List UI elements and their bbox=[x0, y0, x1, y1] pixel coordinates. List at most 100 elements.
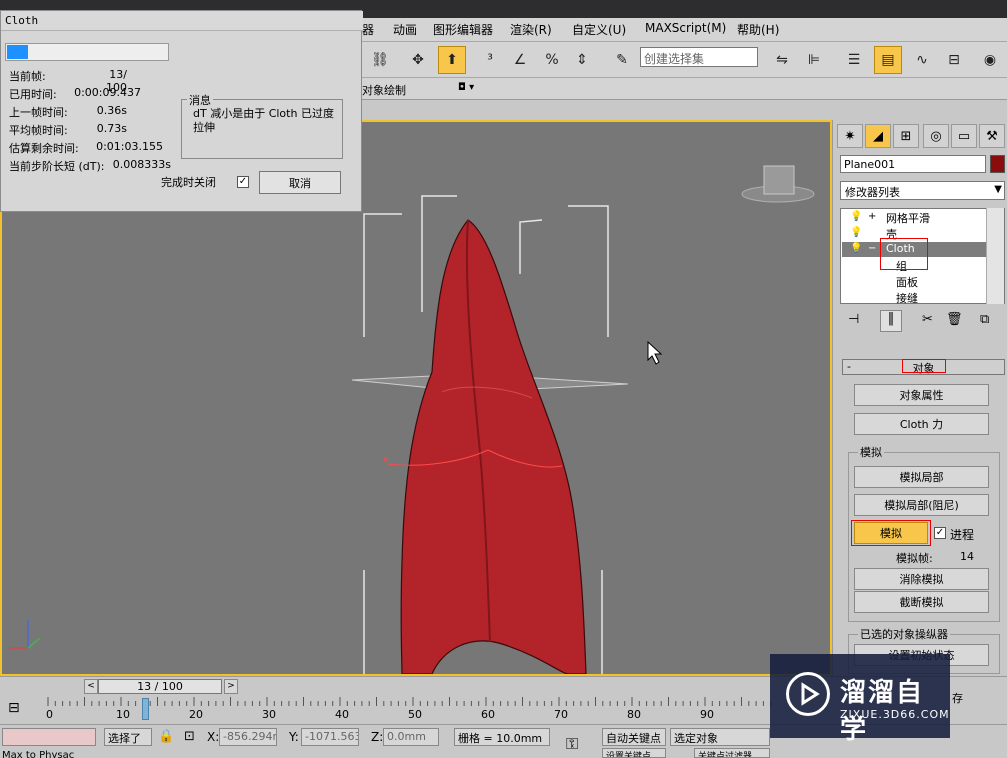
make-unique-icon[interactable]: ✂ bbox=[922, 312, 933, 327]
modifier-list-dropdown[interactable]: 修改器列表 ▼ bbox=[840, 181, 1005, 200]
cloth-object bbox=[400, 219, 587, 675]
truncate-simulation-button[interactable]: 截断模拟 bbox=[854, 591, 989, 613]
z-coordinate-field[interactable]: 0.0mm bbox=[383, 728, 439, 746]
cancel-button[interactable]: 取消 bbox=[259, 171, 341, 194]
expand-icon[interactable]: + bbox=[868, 211, 876, 222]
menu-item-rendering[interactable]: 渲染(R) bbox=[510, 21, 552, 38]
cloth-forces-button[interactable]: Cloth 力 bbox=[854, 413, 989, 435]
grid-size-field: 栅格 = 10.0mm bbox=[454, 728, 550, 746]
erase-simulation-button[interactable]: 消除模拟 bbox=[854, 568, 989, 590]
time-slider[interactable]: 13 / 100 bbox=[98, 679, 222, 694]
highlight-annotation bbox=[902, 359, 946, 373]
menu-item-edit[interactable]: 器 bbox=[362, 21, 374, 38]
stat-elapsed-label: 已用时间: bbox=[9, 88, 57, 101]
key-icon[interactable]: ⚿ bbox=[566, 734, 578, 754]
layer-manager-icon[interactable]: ☰ bbox=[840, 46, 868, 74]
remove-modifier-icon[interactable]: 🗑 bbox=[946, 312, 963, 327]
utilities-tab-icon[interactable]: ⚒ bbox=[979, 124, 1005, 148]
stack-item-panel[interactable]: 面板 bbox=[842, 274, 988, 289]
absolute-mode-icon[interactable]: ⊡ bbox=[184, 729, 195, 744]
collapse-icon[interactable]: − bbox=[868, 243, 876, 254]
prev-frame-icon[interactable]: < bbox=[84, 679, 98, 694]
tick-label: 20 bbox=[189, 708, 203, 721]
highlight-annotation bbox=[851, 520, 931, 546]
selected-object-dropdown[interactable]: 选定对象 bbox=[670, 728, 770, 746]
motion-tab-icon[interactable]: ◎ bbox=[923, 124, 949, 148]
edit-named-selection-icon[interactable]: ✎ bbox=[608, 46, 636, 74]
menu-item-help[interactable]: 帮助(H) bbox=[737, 21, 779, 38]
pin-stack-icon[interactable]: ⊣ bbox=[848, 312, 859, 327]
bulb-icon[interactable]: 💡 bbox=[850, 211, 862, 222]
selection-set-dropdown[interactable]: 创建选择集 bbox=[640, 47, 758, 67]
next-frame-icon[interactable]: > bbox=[224, 679, 238, 694]
material-editor-icon[interactable]: ◉ bbox=[976, 46, 1004, 74]
schematic-view-icon[interactable]: ⊟ bbox=[940, 46, 968, 74]
close-when-done-label: 完成时关闭 bbox=[161, 176, 216, 189]
stack-item-seam[interactable]: 接缝 bbox=[842, 290, 988, 305]
ribbon-dropdown-icon[interactable]: ◘ ▾ bbox=[458, 82, 474, 93]
configure-sets-icon[interactable]: ⧉ bbox=[980, 312, 989, 327]
bulb-icon[interactable]: 💡 bbox=[850, 243, 862, 254]
stat-remaining-label: 估算剩余时间: bbox=[9, 142, 79, 155]
link-icon[interactable]: ⛓ bbox=[366, 46, 394, 74]
create-tab-icon[interactable]: ✷ bbox=[837, 124, 863, 148]
stack-item-label: 网格平滑 bbox=[886, 212, 930, 225]
align-icon[interactable]: ⊫ bbox=[800, 46, 828, 74]
menu-item-graph-editors[interactable]: 图形编辑器 bbox=[433, 21, 493, 38]
simulation-group-label: 模拟 bbox=[858, 444, 884, 460]
display-tab-icon[interactable]: ▭ bbox=[951, 124, 977, 148]
simulate-local-button[interactable]: 模拟局部 bbox=[854, 466, 989, 488]
key-filters-button[interactable]: 关键点过滤器 bbox=[694, 748, 770, 758]
selected-manipulator-label: 已选的对象操纵器 bbox=[858, 626, 950, 642]
simulate-local-damped-button[interactable]: 模拟局部(阻尼) bbox=[854, 494, 989, 516]
tick-label: 30 bbox=[262, 708, 276, 721]
current-frame-marker[interactable] bbox=[142, 698, 149, 720]
close-when-done-checkbox[interactable]: ✓ bbox=[237, 176, 249, 188]
curve-editor-icon[interactable]: ∿ bbox=[908, 46, 936, 74]
menu-item-animation[interactable]: 动画 bbox=[393, 21, 417, 38]
maxscript-listener-field[interactable] bbox=[2, 728, 96, 746]
stack-item-meshsmooth[interactable]: 💡 + 网格平滑 bbox=[842, 210, 988, 225]
spinner-snap-icon[interactable]: ⇕ bbox=[568, 46, 596, 74]
modify-tab-icon[interactable]: ◢ bbox=[865, 124, 891, 148]
select-object-icon[interactable]: ⬆ bbox=[438, 46, 466, 74]
set-key-button[interactable]: 设置关键点 bbox=[602, 748, 666, 758]
stack-scrollbar[interactable] bbox=[986, 208, 1004, 304]
simulation-progress-bar bbox=[5, 43, 169, 61]
viewcube-icon bbox=[763, 165, 795, 195]
y-coordinate-field[interactable]: -1071.563r bbox=[301, 728, 359, 746]
sim-frame-value: 14 bbox=[960, 550, 974, 563]
bulb-icon[interactable]: 💡 bbox=[850, 227, 862, 238]
menu-item-maxscript[interactable]: MAXScript(M) bbox=[645, 21, 726, 35]
show-end-result-icon[interactable]: ‖ bbox=[880, 310, 902, 332]
x-coordinate-field[interactable]: -856.294m bbox=[219, 728, 277, 746]
mirror-icon[interactable]: ⇋ bbox=[768, 46, 796, 74]
hierarchy-tab-icon[interactable]: ⊞ bbox=[893, 124, 919, 148]
object-name-field[interactable]: Plane001 bbox=[840, 155, 986, 173]
object-paint-label[interactable]: 对象绘制 bbox=[362, 82, 406, 98]
tick-label: 60 bbox=[481, 708, 495, 721]
mini-curve-editor-icon[interactable]: ⊟ bbox=[8, 700, 20, 716]
tick-label: 70 bbox=[554, 708, 568, 721]
move-icon[interactable]: ✥ bbox=[404, 46, 432, 74]
object-properties-button[interactable]: 对象属性 bbox=[854, 384, 989, 406]
snap-icon[interactable]: ³ bbox=[476, 46, 504, 74]
modifier-list-label: 修改器列表 bbox=[845, 186, 900, 199]
scene-explorer-icon[interactable]: ▤ bbox=[874, 46, 902, 74]
lock-icon[interactable]: 🔒 bbox=[158, 729, 174, 744]
tick-label: 0 bbox=[46, 708, 53, 721]
gizmo-label-icon: × bbox=[382, 455, 390, 465]
stack-item-label: 面板 bbox=[896, 276, 918, 289]
menu-item-customize[interactable]: 自定义(U) bbox=[572, 21, 626, 38]
object-color-swatch[interactable] bbox=[990, 155, 1005, 173]
auto-key-button[interactable]: 自动关键点 bbox=[602, 728, 666, 746]
dialog-title: Cloth bbox=[1, 11, 363, 31]
y-label: Y: bbox=[289, 730, 299, 744]
rollout-collapse-icon: - bbox=[847, 360, 851, 373]
cloth-progress-dialog: Cloth 当前帧: 13/ 100 已用时间: 0:00:09.437 上一帧… bbox=[0, 10, 363, 212]
save-partial-label: 存 bbox=[952, 692, 963, 705]
progress-checkbox[interactable]: ✓ bbox=[934, 527, 946, 539]
percent-snap-icon[interactable]: % bbox=[538, 46, 566, 74]
angle-snap-icon[interactable]: ∠ bbox=[506, 46, 534, 74]
x-label: X: bbox=[207, 730, 220, 744]
